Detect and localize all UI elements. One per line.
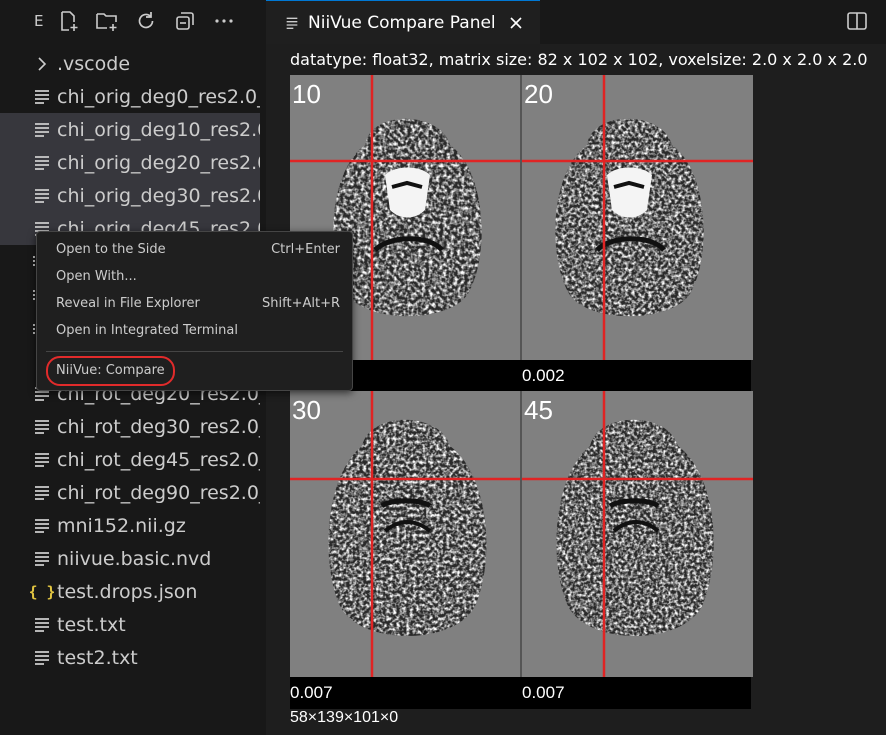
menu-item-label: Open With... (56, 269, 137, 284)
tree-item-label: test2.txt (57, 646, 138, 669)
refresh-icon[interactable] (134, 9, 158, 33)
crosshair (290, 391, 520, 677)
tab-niivue-compare-panel[interactable]: NiiVue Compare Panel (266, 0, 540, 44)
chevron-right-icon (38, 56, 47, 71)
menu-item-label: Open in Integrated Terminal (56, 323, 238, 338)
new-folder-icon[interactable] (95, 9, 119, 33)
value-bar: 0.007 (290, 677, 520, 709)
tree-item-file-selected[interactable]: chi_orig_deg10_res2.0_... (0, 113, 260, 146)
tree-item-label: mni152.nii.gz (57, 514, 186, 537)
file-lines-icon (35, 188, 49, 203)
file-lines-icon (35, 155, 49, 170)
tree-item-label: chi_rot_deg90_res2.0_... (57, 481, 260, 504)
menu-item-reveal-in-file-explorer[interactable]: Reveal in File Explorer Shift+Alt+R (37, 290, 350, 317)
crosshair (522, 391, 753, 677)
tree-item-label: chi_rot_deg45_res2.0_... (57, 448, 260, 471)
tree-item-label: chi_orig_deg20_res2.0... (57, 151, 260, 174)
tree-item-label: chi_orig_deg30_res2.0... (57, 184, 260, 207)
explorer-title: E (34, 12, 44, 30)
file-lines-icon (35, 650, 49, 665)
menu-item-label: Reveal in File Explorer (56, 296, 200, 311)
menu-separator (46, 351, 343, 352)
svg-text:{ }: { } (30, 583, 54, 601)
panel-value: 0.002 (522, 366, 565, 385)
tree-item-vscode-folder[interactable]: .vscode (0, 47, 260, 80)
file-lines-icon (35, 485, 49, 500)
panel-label: 45 (524, 395, 553, 425)
file-lines-icon (35, 518, 49, 533)
file-lines-icon (35, 89, 49, 104)
tree-item-label: .vscode (57, 52, 131, 75)
tree-item-label: niivue.basic.nvd (57, 547, 212, 570)
tree-item-file[interactable]: { } test.drops.json (0, 575, 260, 608)
tree-item-file[interactable]: mni152.nii.gz (0, 509, 260, 542)
value-bar: 0.002 (520, 360, 751, 392)
json-braces-icon: { } (30, 583, 54, 601)
tab-title: NiiVue Compare Panel (308, 12, 496, 33)
tree-item-label: chi_orig_deg0_res2.0_... (57, 85, 260, 108)
menu-item-shortcut: Shift+Alt+R (262, 296, 340, 311)
explorer-toolbar: E (0, 0, 266, 44)
panel-label: 10 (292, 79, 321, 109)
tree-item-label: test.drops.json (57, 580, 198, 603)
tree-item-label: chi_rot_deg30_res2.0_... (57, 415, 260, 438)
menu-item-label: Open to the Side (56, 242, 166, 257)
panel-value: 0.007 (522, 683, 565, 702)
tree-item-label: chi_orig_deg10_res2.0_... (57, 118, 260, 141)
new-file-icon[interactable] (56, 9, 80, 33)
split-editor-icon[interactable] (846, 10, 868, 32)
context-menu: Open to the Side Ctrl+Enter Open With...… (36, 231, 353, 391)
panel-value: 0.007 (290, 683, 333, 702)
file-lines-icon (35, 551, 49, 566)
menu-item-open-to-side[interactable]: Open to the Side Ctrl+Enter (37, 236, 350, 263)
panel-label: 20 (524, 79, 553, 109)
viewer-panel-45[interactable]: 45 (520, 391, 753, 677)
menu-item-open-in-terminal[interactable]: Open in Integrated Terminal (37, 317, 350, 344)
value-bar: 0.007 (520, 677, 751, 709)
file-lines-icon (35, 617, 49, 632)
volume-info-text: datatype: float32, matrix size: 82 x 102… (290, 50, 868, 69)
panel-label: 30 (292, 395, 321, 425)
file-lines-icon (286, 17, 298, 29)
file-lines-icon (35, 122, 49, 137)
file-lines-icon (35, 419, 49, 434)
viewer-panel-30[interactable]: 30 (290, 391, 520, 677)
tree-item-label: test.txt (57, 613, 126, 636)
tree-item-file[interactable]: chi_rot_deg30_res2.0_... (0, 410, 260, 443)
crosshair (522, 75, 753, 360)
niivue-compare-panel: datatype: float32, matrix size: 82 x 102… (266, 44, 886, 735)
file-lines-icon (35, 452, 49, 467)
collapse-all-icon[interactable] (173, 9, 197, 33)
tree-item-file[interactable]: chi_rot_deg90_res2.0_... (0, 476, 260, 509)
tree-item-file-selected[interactable]: chi_orig_deg20_res2.0... (0, 146, 260, 179)
menu-item-open-with[interactable]: Open With... (37, 263, 350, 290)
more-icon[interactable] (212, 9, 236, 33)
highlight-ring (46, 356, 175, 386)
menu-item-shortcut: Ctrl+Enter (271, 242, 340, 257)
tree-item-file[interactable]: test.txt (0, 608, 260, 641)
viewer-panel-20[interactable]: 20 (520, 75, 753, 360)
tree-item-file-selected[interactable]: chi_orig_deg30_res2.0... (0, 179, 260, 212)
close-icon[interactable] (508, 15, 524, 31)
tree-item-file[interactable]: chi_rot_deg45_res2.0_... (0, 443, 260, 476)
editor-tab-bar: NiiVue Compare Panel (266, 0, 886, 44)
voxel-location-readout: 58×139×101×0 (290, 709, 399, 726)
tree-item-file[interactable]: chi_orig_deg0_res2.0_... (0, 80, 260, 113)
tree-item-file[interactable]: test2.txt (0, 641, 260, 674)
tree-item-file[interactable]: niivue.basic.nvd (0, 542, 260, 575)
